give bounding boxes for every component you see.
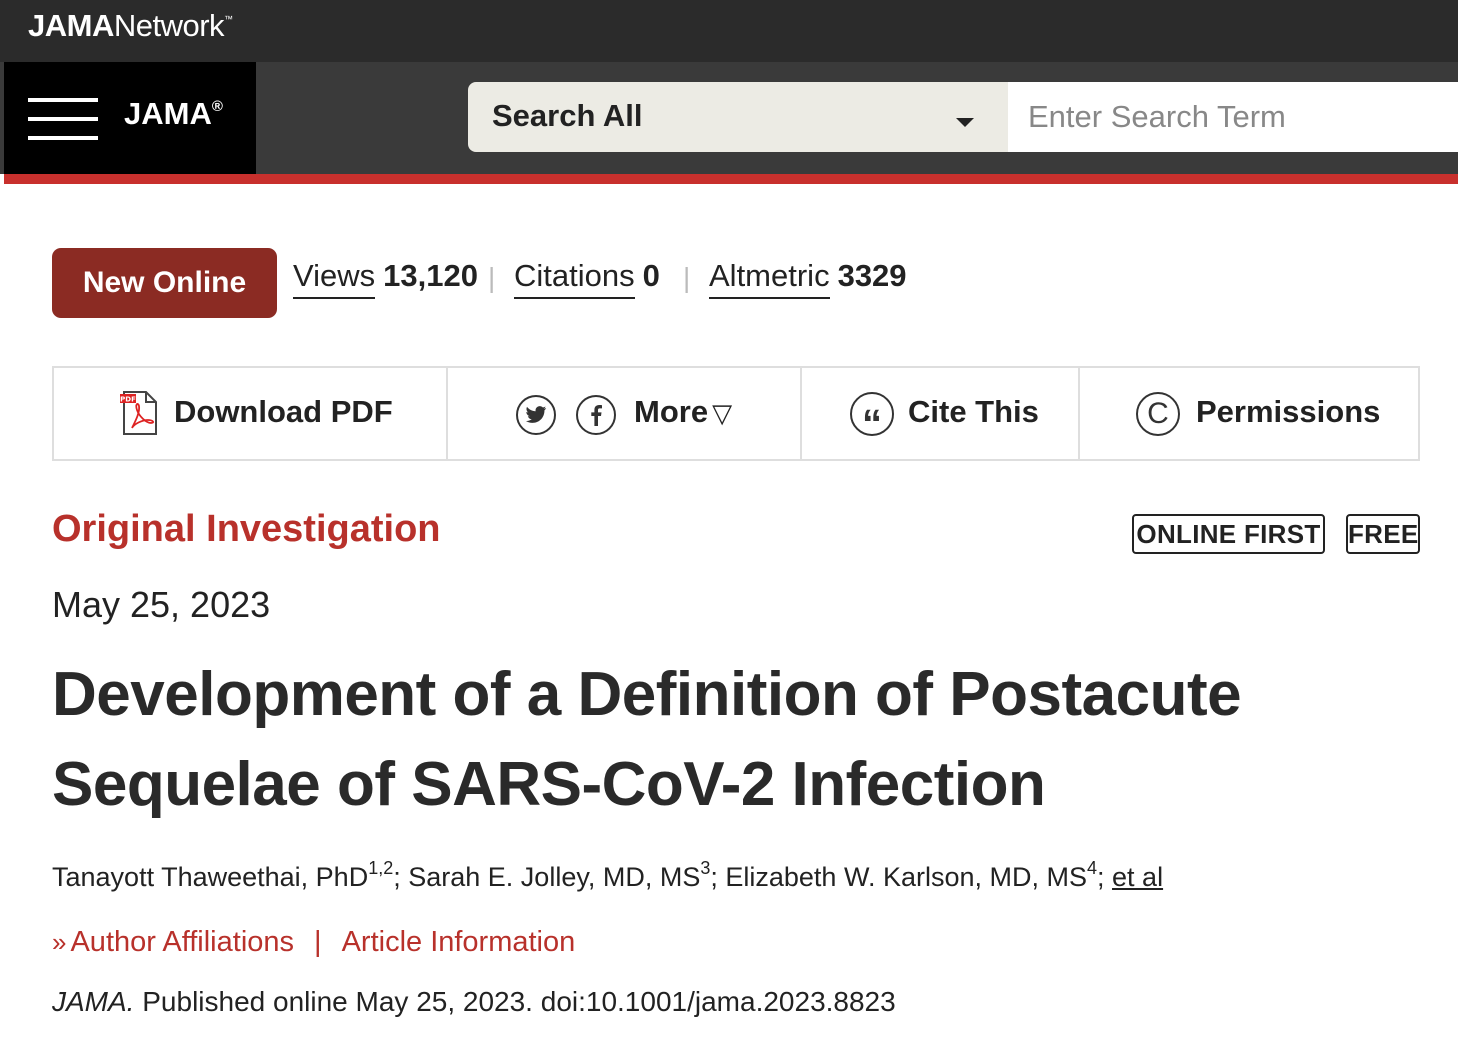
copyright-glyph: C [1147, 397, 1169, 430]
journal-logo[interactable]: JAMA® [124, 96, 223, 132]
author-separator: ; [1097, 862, 1113, 892]
author-affiliations-label: Author Affiliations [70, 926, 295, 958]
article-title: Development of a Definition of Postacute… [52, 660, 1242, 819]
article-citation: JAMA. Published online May 25, 2023. doi… [52, 986, 896, 1018]
permissions-button[interactable]: C Permissions [1080, 368, 1420, 459]
jama-network-logo[interactable]: JAMANetwork™ [28, 8, 233, 44]
article-toolbar: PDF Download PDF More ▽ “ Cite This C Per… [52, 366, 1420, 461]
citations-metric[interactable]: Citations 0 [514, 258, 660, 299]
cite-this-button[interactable]: “ Cite This [802, 368, 1080, 459]
network-logo-bold: JAMA [28, 8, 114, 43]
more-caret-icon: ▽ [712, 398, 733, 428]
author-affiliation-sup: 1,2 [368, 858, 394, 878]
more-label: More [634, 394, 709, 429]
metric-separator: | [488, 262, 496, 293]
author-name[interactable]: Tanayott Thaweethai, PhD [52, 862, 368, 892]
et-al-link[interactable]: et al [1112, 862, 1163, 892]
article-type[interactable]: Original Investigation [52, 508, 441, 551]
trademark-mark: ™ [224, 14, 233, 24]
publication-date: May 25, 2023 [52, 584, 271, 625]
journal-name: JAMA [124, 96, 212, 131]
cite-this-label: Cite This [908, 394, 1039, 429]
registered-mark: ® [211, 98, 223, 115]
citations-value: 0 [642, 258, 660, 293]
search-input[interactable] [1008, 82, 1458, 152]
search-scope-label: Search All [492, 98, 643, 133]
author-separator: ; [393, 862, 409, 892]
author-affiliation-sup: 3 [700, 858, 711, 878]
citation-details: Published online May 25, 2023. doi:10.10… [134, 986, 896, 1017]
altmetric-label[interactable]: Altmetric [709, 258, 830, 299]
views-value: 13,120 [383, 258, 478, 293]
altmetric-metric[interactable]: Altmetric 3329 [709, 258, 907, 299]
network-bar: JAMANetwork™ [0, 0, 1458, 62]
download-pdf-button[interactable]: PDF Download PDF [54, 368, 448, 459]
download-pdf-label: Download PDF [174, 394, 393, 429]
network-logo-rest: Network [113, 8, 225, 43]
author-list: Tanayott Thaweethai, PhD1,2; Sarah E. Jo… [52, 858, 1163, 893]
article-information-link[interactable]: Article Information [342, 926, 576, 958]
author-affiliations-link[interactable]: » Author Affiliations [52, 926, 294, 958]
pdf-file-icon: PDF [120, 391, 157, 435]
free-tag: FREE [1346, 514, 1420, 554]
altmetric-value: 3329 [837, 258, 907, 293]
author-name[interactable]: Sarah E. Jolley, MD, MS [408, 862, 700, 892]
journal-nav-left: JAMA® [4, 62, 256, 174]
nav-accent-line [4, 174, 1458, 184]
author-separator: ; [710, 862, 726, 892]
chevron-down-icon [956, 118, 974, 127]
views-label[interactable]: Views [293, 258, 376, 299]
author-affiliation-sup: 4 [1087, 858, 1098, 878]
links-divider: | [314, 926, 322, 958]
copyright-icon: C [1136, 392, 1180, 436]
online-first-tag: ONLINE FIRST [1132, 514, 1325, 554]
quote-icon: “ [850, 392, 894, 444]
metric-separator: | [683, 262, 691, 293]
citations-label[interactable]: Citations [514, 258, 635, 299]
citation-journal: JAMA. [52, 986, 135, 1017]
search-scope-dropdown[interactable]: Search All [468, 82, 1008, 152]
share-more-group: More ▽ [448, 368, 802, 459]
article-links: » Author Affiliations | Article Information [52, 926, 575, 959]
double-chevron-right-icon: » [52, 927, 67, 957]
quote-glyph: “ [862, 402, 882, 446]
permissions-label: Permissions [1196, 394, 1381, 429]
author-name[interactable]: Elizabeth W. Karlson, MD, MS [725, 862, 1087, 892]
facebook-icon[interactable] [576, 395, 616, 435]
twitter-icon[interactable] [516, 395, 556, 435]
new-online-badge: New Online [52, 248, 277, 318]
pdf-icon-text: PDF [120, 396, 136, 404]
menu-icon[interactable] [28, 98, 98, 142]
more-button[interactable]: More ▽ [634, 394, 732, 430]
views-metric[interactable]: Views 13,120 [293, 258, 478, 299]
journal-nav-bar: JAMA® Search All [0, 62, 1458, 174]
